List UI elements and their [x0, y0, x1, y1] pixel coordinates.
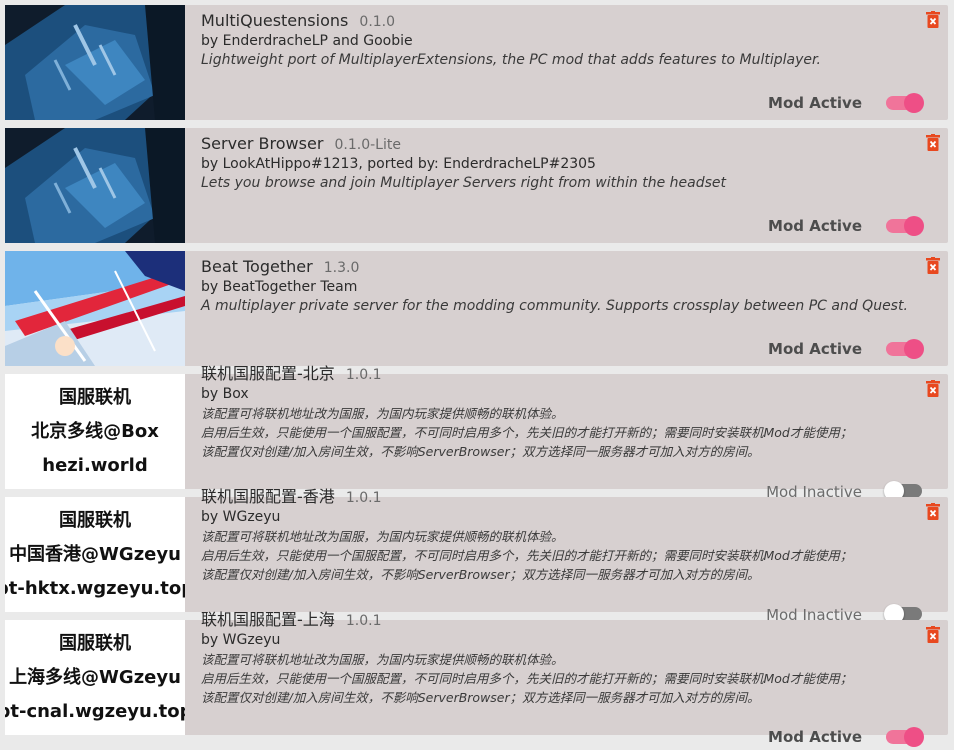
trash-icon[interactable] [926, 626, 940, 643]
thumb-line: 中国香港@WGzeyu [9, 543, 181, 565]
mod-status-label: Mod Active [768, 94, 862, 112]
mod-thumbnail [5, 251, 185, 366]
mod-description: A multiplayer private server for the mod… [201, 298, 908, 314]
thumb-line: 国服联机 [59, 509, 131, 531]
mod-active-toggle[interactable] [886, 216, 924, 236]
thumb-line: hezi.world [42, 454, 148, 476]
trash-icon[interactable] [926, 257, 940, 274]
mod-description: 该配置仅对创建/加入房间生效，不影响ServerBrowser；双方选择同一服务… [201, 690, 760, 705]
mod-card-beat-together: Beat Together 1.3.0 by BeatTogether Team… [5, 251, 948, 366]
mod-card-server-browser: Server Browser 0.1.0-Lite by LookAtHippo… [5, 128, 948, 243]
mod-version: 0.1.0 [359, 14, 396, 30]
mod-description: Lightweight port of MultiplayerExtension… [201, 52, 821, 68]
mod-description: 该配置可将联机地址改为国服，为国内玩家提供顺畅的联机体验。 [201, 406, 564, 421]
thumb-line: 上海多线@WGzeyu [9, 666, 181, 688]
mod-info: 联机国服配置-上海 1.0.1 by WGzeyu 该配置可将联机地址改为国服，… [201, 610, 908, 707]
toggle-knob [904, 727, 924, 747]
mod-info: Beat Together 1.3.0 by BeatTogether Team… [201, 257, 908, 316]
mod-active-toggle[interactable] [886, 93, 924, 113]
mod-version: 1.0.1 [345, 367, 382, 383]
mod-author: by WGzeyu [201, 509, 281, 525]
mod-active-toggle[interactable] [886, 727, 924, 747]
thumb-line: 国服联机 [59, 632, 131, 654]
mod-description: Lets you browse and join Multiplayer Ser… [201, 175, 726, 191]
mod-author: by Box [201, 386, 249, 402]
mod-name: Beat Together [201, 257, 313, 276]
mod-thumbnail: 国服联机 北京多线@Box hezi.world [5, 374, 185, 489]
thumb-line: bt-hktx.wgzeyu.top [5, 577, 185, 599]
mod-description: 启用后生效，只能使用一个国服配置，不可同时启用多个，先关旧的才能打开新的；需要同… [201, 425, 853, 440]
mod-info: MultiQuestensions 0.1.0 by EnderdracheLP… [201, 11, 908, 70]
mod-name: 联机国服配置-香港 [201, 487, 335, 506]
mod-card-cn-shanghai: 国服联机 上海多线@WGzeyu bt-cnal.wgzeyu.top 联机国服… [5, 610, 948, 747]
mod-description: 该配置仅对创建/加入房间生效，不影响ServerBrowser；双方选择同一服务… [201, 567, 760, 582]
mod-version: 1.0.1 [345, 490, 382, 506]
mod-active-toggle[interactable] [886, 339, 924, 359]
toggle-knob [904, 339, 924, 359]
mod-description: 该配置可将联机地址改为国服，为国内玩家提供顺畅的联机体验。 [201, 652, 564, 667]
mod-status-label: Mod Active [768, 340, 862, 358]
mod-author: by EnderdracheLP and Goobie [201, 33, 413, 49]
mod-thumbnail: 国服联机 上海多线@WGzeyu bt-cnal.wgzeyu.top [5, 620, 185, 735]
mod-description: 该配置可将联机地址改为国服，为国内玩家提供顺畅的联机体验。 [201, 529, 564, 544]
mod-description: 该配置仅对创建/加入房间生效，不影响ServerBrowser；双方选择同一服务… [201, 444, 760, 459]
mod-version: 0.1.0-Lite [334, 137, 401, 153]
mod-info: 联机国服配置-北京 1.0.1 by Box 该配置可将联机地址改为国服，为国内… [201, 364, 908, 461]
mod-thumbnail [5, 5, 185, 120]
toggle-knob [904, 216, 924, 236]
mod-info: Server Browser 0.1.0-Lite by LookAtHippo… [201, 134, 908, 193]
mod-version: 1.0.1 [345, 613, 382, 629]
mod-card-cn-hongkong: 国服联机 中国香港@WGzeyu bt-hktx.wgzeyu.top 联机国服… [5, 487, 948, 624]
mod-author: by BeatTogether Team [201, 279, 358, 295]
mod-card-cn-beijing: 国服联机 北京多线@Box hezi.world 联机国服配置-北京 1.0.1… [5, 364, 948, 501]
mod-name: MultiQuestensions [201, 11, 349, 30]
mod-version: 1.3.0 [323, 260, 360, 276]
mod-name: 联机国服配置-北京 [201, 364, 335, 383]
mod-status-label: Mod Active [768, 217, 862, 235]
mod-card-multiquestensions: MultiQuestensions 0.1.0 by EnderdracheLP… [5, 5, 948, 120]
thumb-line: 北京多线@Box [31, 420, 159, 442]
mod-description: 启用后生效，只能使用一个国服配置，不可同时启用多个，先关旧的才能打开新的；需要同… [201, 671, 853, 686]
mod-description: 启用后生效，只能使用一个国服配置，不可同时启用多个，先关旧的才能打开新的；需要同… [201, 548, 853, 563]
mod-status-label: Mod Active [768, 728, 862, 746]
mod-name: Server Browser [201, 134, 324, 153]
mod-author: by WGzeyu [201, 632, 281, 648]
trash-icon[interactable] [926, 11, 940, 28]
mod-name: 联机国服配置-上海 [201, 610, 335, 629]
trash-icon[interactable] [926, 134, 940, 151]
toggle-knob [904, 93, 924, 113]
mod-info: 联机国服配置-香港 1.0.1 by WGzeyu 该配置可将联机地址改为国服，… [201, 487, 908, 584]
mod-thumbnail: 国服联机 中国香港@WGzeyu bt-hktx.wgzeyu.top [5, 497, 185, 612]
thumb-line: 国服联机 [59, 386, 131, 408]
thumb-line: bt-cnal.wgzeyu.top [5, 700, 185, 722]
trash-icon[interactable] [926, 380, 940, 397]
mod-thumbnail [5, 128, 185, 243]
trash-icon[interactable] [926, 503, 940, 520]
mod-author: by LookAtHippo#1213, ported by: Enderdra… [201, 156, 596, 172]
